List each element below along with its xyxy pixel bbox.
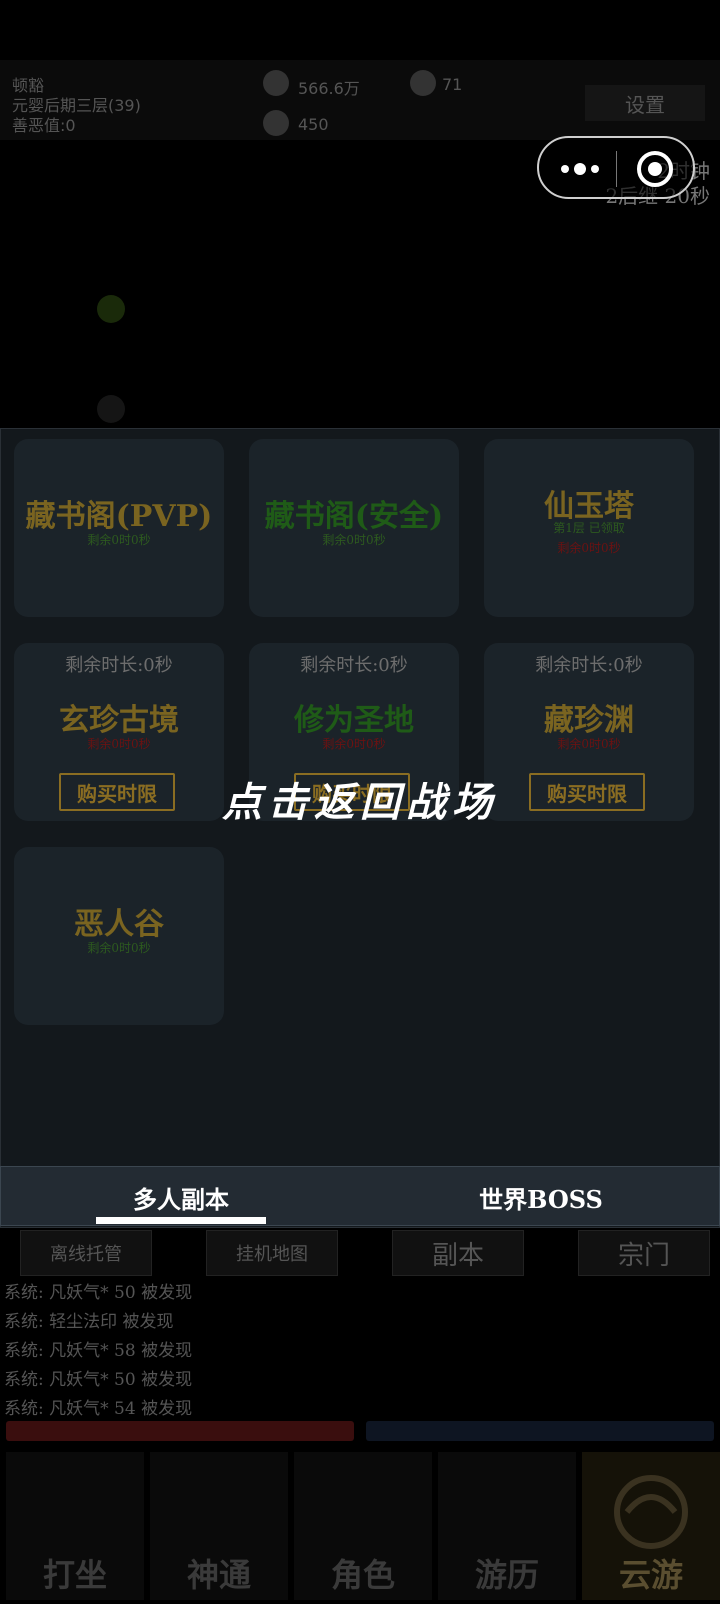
log-line: 系统: 凡妖气* 50 被发现 (4, 1283, 193, 1303)
map-node[interactable] (97, 395, 125, 423)
bg-tab-offline[interactable]: 离线托管 (20, 1230, 152, 1276)
return-to-battle-prompt[interactable]: 点击返回战场 (0, 770, 720, 828)
card-subtitle: 剩余0时0秒 (87, 737, 151, 751)
map-node[interactable] (97, 295, 125, 323)
panel-tab-bar: 多人副本 世界BOSS (0, 1166, 720, 1226)
nav-travel[interactable]: 游历 (438, 1452, 576, 1600)
dungeon-card-jade-tower[interactable]: 仙玉塔 第1层 已领取 剩余0时0秒 (484, 439, 694, 617)
card-subtitle-2: 剩余0时0秒 (557, 541, 621, 555)
bg-tab-dungeon[interactable]: 副本 (392, 1230, 524, 1276)
card-subtitle: 剩余0时0秒 (322, 533, 386, 547)
hp-bar (6, 1421, 354, 1441)
nav-skills[interactable]: 神通 (150, 1452, 288, 1600)
card-subtitle: 第1层 已领取 (553, 521, 625, 535)
mp-bar (366, 1421, 714, 1441)
card-title: 恶人谷 (74, 907, 164, 942)
nav-meditate[interactable]: 打坐 (6, 1452, 144, 1600)
card-subtitle: 剩余0时0秒 (557, 737, 621, 751)
card-title: 藏书阁(安全) (264, 499, 444, 534)
close-miniprogram-icon[interactable] (635, 149, 675, 189)
dungeon-card-library-pvp[interactable]: 藏书阁(PVP) 剩余0时0秒 (14, 439, 224, 617)
log-line: 系统: 凡妖气* 50 被发现 (4, 1370, 193, 1390)
dungeon-card-library-safe[interactable]: 藏书阁(安全) 剩余0时0秒 (249, 439, 459, 617)
log-line: 系统: 轻尘法印 被发现 (4, 1312, 174, 1332)
card-subtitle: 剩余0时0秒 (87, 533, 151, 547)
dungeon-card-villain-valley[interactable]: 恶人谷 剩余0时0秒 (14, 847, 224, 1025)
bg-tab-idle-map[interactable]: 挂机地图 (206, 1230, 338, 1276)
dungeon-panel: 藏书阁(PVP) 剩余0时0秒 藏书阁(安全) 剩余0时0秒 仙玉塔 第1层 已… (0, 428, 720, 1228)
capsule-divider (616, 151, 617, 187)
remaining-time: 剩余时长:0秒 (300, 655, 408, 676)
remaining-time: 剩余时长:0秒 (65, 655, 173, 676)
gem-icon (263, 110, 289, 136)
spirit-amount: 71 (442, 75, 463, 94)
spirit-icon (410, 70, 436, 96)
active-tab-indicator (96, 1217, 266, 1224)
tab-world-boss[interactable]: 世界BOSS (361, 1167, 720, 1227)
miniprogram-capsule (537, 136, 695, 199)
settings-button[interactable]: 设置 (585, 85, 705, 121)
coin-amount: 566.6万 (298, 79, 360, 98)
karma-value: 善恶值:0 (12, 116, 76, 135)
bg-tab-sect[interactable]: 宗门 (578, 1230, 710, 1276)
card-title: 藏书阁(PVP) (25, 499, 213, 534)
card-title: 玄珍古境 (59, 703, 179, 738)
card-title: 藏珍渊 (544, 703, 634, 738)
log-line: 系统: 凡妖气* 58 被发现 (4, 1341, 193, 1361)
card-subtitle: 剩余0时0秒 (322, 737, 386, 751)
card-title: 修为圣地 (294, 703, 414, 738)
gem-amount: 450 (298, 115, 329, 134)
nav-character[interactable]: 角色 (294, 1452, 432, 1600)
card-subtitle: 剩余0时0秒 (87, 941, 151, 955)
log-line: 系统: 凡妖气* 54 被发现 (4, 1399, 193, 1419)
remaining-time: 剩余时长:0秒 (535, 655, 643, 676)
more-menu-icon[interactable] (557, 154, 607, 184)
coin-icon (263, 70, 289, 96)
nav-wander[interactable]: 云游 (582, 1452, 720, 1600)
